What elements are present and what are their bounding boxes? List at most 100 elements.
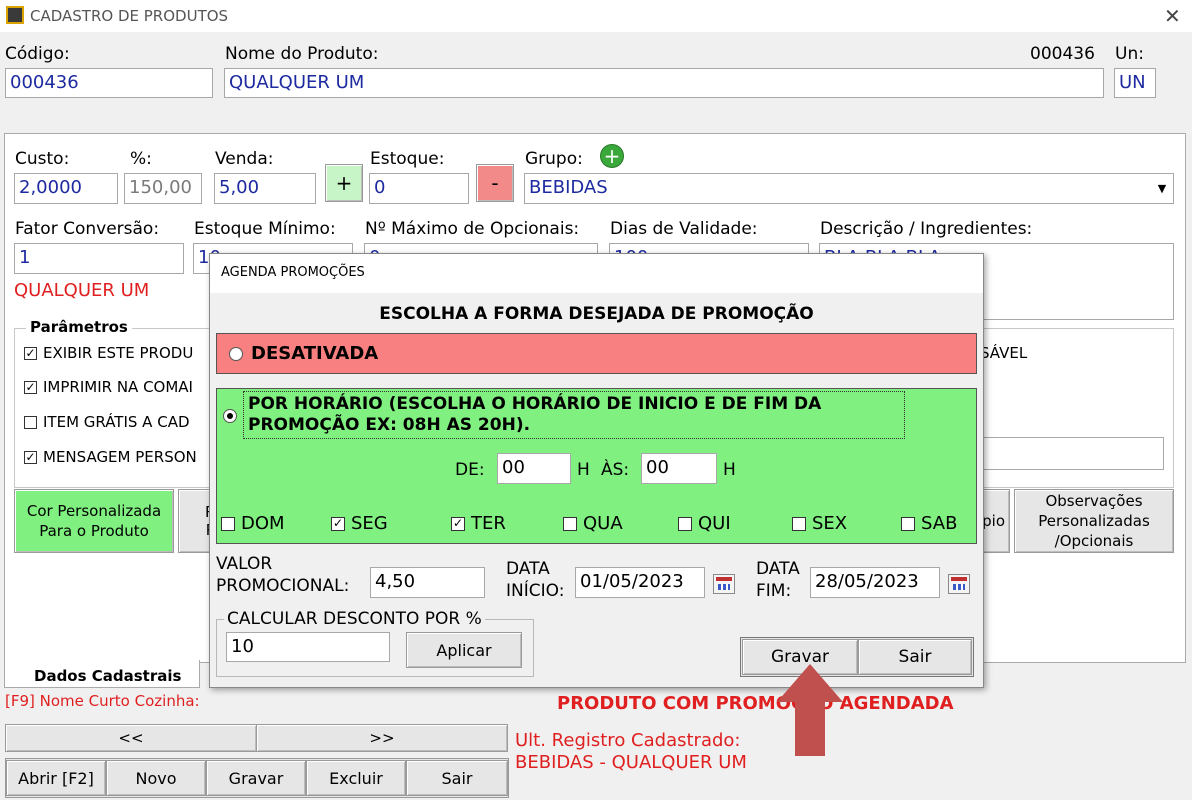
radio-horario[interactable] xyxy=(223,409,237,423)
checkbox[interactable]: ✓ xyxy=(24,381,37,394)
promo-notice: PRODUTO COM PROMOÇÃO AGENDADA xyxy=(557,693,954,714)
aplicar-label: Aplicar xyxy=(436,640,492,660)
nome-input[interactable]: QUALQUER UM xyxy=(224,68,1104,98)
fator-label: Fator Conversão: xyxy=(15,219,160,239)
de-label: DE: xyxy=(455,460,485,480)
param-item-1[interactable]: ✓ IMPRIMIR NA COMAI xyxy=(24,378,193,396)
un-label: Un: xyxy=(1115,44,1144,64)
prev-button[interactable]: << xyxy=(5,724,257,752)
data-fim-label-1: DATA xyxy=(756,559,800,579)
param-item-3[interactable]: ✓ MENSAGEM PERSON xyxy=(24,448,197,466)
minus-button[interactable]: - xyxy=(476,164,514,202)
day-dom[interactable]: DOM xyxy=(221,513,285,534)
codigo-label: Código: xyxy=(5,44,70,64)
estoque-input[interactable]: 0 xyxy=(369,173,469,204)
data-inicio-label-2: INÍCIO: xyxy=(506,581,565,601)
arrow-up-icon xyxy=(777,664,843,756)
novo-button[interactable]: Novo xyxy=(106,760,206,796)
ult-label: Ult. Registro Cadastrado: xyxy=(515,730,741,751)
abrir-button[interactable]: Abrir [F2] xyxy=(6,760,106,796)
day-seg[interactable]: ✓ SEG xyxy=(331,513,388,534)
h1-label: H xyxy=(577,460,590,480)
tab-label: Dados Cadastrais xyxy=(34,667,182,685)
cor-personalizada-button[interactable]: Cor Personalizada Para o Produto xyxy=(14,489,174,553)
grupo-label: Grupo: xyxy=(525,149,583,169)
de-input[interactable]: 00 xyxy=(497,453,571,484)
dialog-title: AGENDA PROMOÇÕES xyxy=(221,265,365,280)
radio-desativada[interactable] xyxy=(229,347,243,361)
param-item-0[interactable]: ✓ EXIBIR ESTE PRODU xyxy=(24,344,193,362)
data-inicio-input[interactable]: 01/05/2023 xyxy=(575,567,705,598)
codigo-input[interactable]: 000436 xyxy=(5,68,213,98)
as-label: ÀS: xyxy=(601,460,630,480)
checkbox[interactable] xyxy=(563,517,577,531)
close-icon[interactable]: ✕ xyxy=(1164,4,1181,28)
gravar-button[interactable]: Gravar xyxy=(206,760,306,796)
day-sab[interactable]: SAB xyxy=(901,513,957,534)
un-input[interactable]: UN xyxy=(1114,68,1156,98)
product-name-red: QUALQUER UM xyxy=(14,280,150,301)
parametros-title: Parâmetros xyxy=(26,318,132,336)
pct-input[interactable]: 150,00 xyxy=(124,173,202,204)
sair-button[interactable]: Sair xyxy=(406,760,508,796)
checkbox[interactable] xyxy=(678,517,692,531)
param-item-2[interactable]: ITEM GRÁTIS A CAD xyxy=(24,413,190,431)
next-button[interactable]: >> xyxy=(256,724,508,752)
data-fim-label-2: FIM: xyxy=(756,581,792,601)
title-bar: CADASTRO DE PRODUTOS ✕ xyxy=(0,0,1192,32)
custo-label: Custo: xyxy=(15,149,70,169)
desconto-input[interactable]: 10 xyxy=(226,632,390,662)
pct-label: %: xyxy=(130,149,152,169)
desc-label: Descrição / Ingredientes: xyxy=(820,219,1033,239)
grupo-select[interactable]: BEBIDAS xyxy=(524,173,1174,204)
excluir-button[interactable]: Excluir xyxy=(306,760,406,796)
valor-label-1: VALOR xyxy=(216,554,273,574)
as-input[interactable]: 00 xyxy=(641,453,717,484)
checkbox[interactable]: ✓ xyxy=(24,451,37,464)
day-qua[interactable]: QUA xyxy=(563,513,623,534)
checkbox[interactable] xyxy=(901,517,915,531)
option-desativada-label: DESATIVADA xyxy=(251,343,379,364)
venda-label: Venda: xyxy=(215,149,274,169)
plus-button[interactable]: + xyxy=(325,164,363,202)
checkbox[interactable]: ✓ xyxy=(24,347,37,360)
checkbox[interactable] xyxy=(24,416,37,429)
window-title: CADASTRO DE PRODUTOS xyxy=(30,7,229,25)
custo-input[interactable]: 2,0000 xyxy=(14,173,118,204)
checkbox[interactable]: ✓ xyxy=(451,517,465,531)
chevron-down-icon[interactable]: ▼ xyxy=(1152,176,1172,202)
data-inicio-label-1: DATA xyxy=(506,559,550,579)
desconto-legend: CALCULAR DESCONTO POR % xyxy=(224,609,485,629)
calendar-icon[interactable] xyxy=(713,574,735,594)
app-icon xyxy=(6,6,24,24)
checkbox[interactable]: ✓ xyxy=(331,517,345,531)
option-horario[interactable]: POR HORÁRIO (ESCOLHA O HORÁRIO DE INICIO… xyxy=(216,388,977,544)
ult-value: BEBIDAS - QUALQUER UM xyxy=(515,752,747,773)
checkbox[interactable] xyxy=(221,517,235,531)
checkbox[interactable] xyxy=(792,517,806,531)
dialog-sair-button[interactable]: Sair xyxy=(858,639,972,675)
h2-label: H xyxy=(723,460,736,480)
aplicar-button[interactable]: Aplicar xyxy=(406,632,522,668)
day-ter[interactable]: ✓ TER xyxy=(451,513,506,534)
observacoes-button[interactable]: Observações Personalizadas /Opcionais xyxy=(1014,489,1174,553)
day-qui[interactable]: QUI xyxy=(678,513,731,534)
add-group-icon[interactable]: + xyxy=(600,144,624,168)
nome-label: Nome do Produto: xyxy=(225,44,379,64)
option-horario-label: POR HORÁRIO (ESCOLHA O HORÁRIO DE INICIO… xyxy=(243,391,905,439)
f9-label: [F9] Nome Curto Cozinha: xyxy=(5,692,200,710)
venda-input[interactable]: 5,00 xyxy=(214,173,316,204)
dias-label: Dias de Validade: xyxy=(610,219,758,239)
estoque-min-label: Estoque Mínimo: xyxy=(194,219,336,239)
day-sex[interactable]: SEX xyxy=(792,513,847,534)
valor-input[interactable]: 4,50 xyxy=(370,567,485,598)
option-desativada[interactable]: DESATIVADA xyxy=(216,333,977,374)
dialog-heading: ESCOLHA A FORMA DESEJADA DE PROMOÇÃO xyxy=(379,304,814,324)
max-opc-label: Nº Máximo de Opcionais: xyxy=(365,219,580,239)
param-right-input[interactable] xyxy=(980,437,1164,470)
estoque-label: Estoque: xyxy=(370,149,445,169)
calendar-icon[interactable] xyxy=(948,574,970,594)
data-fim-input[interactable]: 28/05/2023 xyxy=(810,567,940,598)
valor-label-2: PROMOCIONAL: xyxy=(216,576,350,596)
fator-input[interactable]: 1 xyxy=(14,243,184,274)
